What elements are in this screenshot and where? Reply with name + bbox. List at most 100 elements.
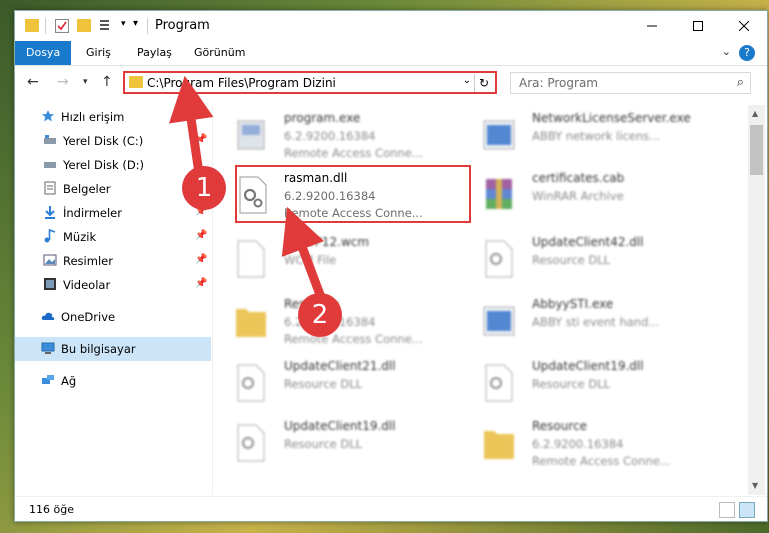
file-description: Remote Access Conne... (532, 454, 671, 468)
dll-gear-icon (239, 176, 267, 214)
sidebar-item-music[interactable]: Müzik 📌 (15, 225, 211, 249)
sidebar-item-label: Resimler (63, 254, 113, 268)
sidebar-item-disk-c[interactable]: Yerel Disk (C:) 📌 (15, 129, 211, 153)
sidebar-item-onedrive[interactable]: OneDrive (15, 305, 211, 329)
sidebar-item-label: Belgeler (63, 182, 111, 196)
app-window-icon (483, 306, 515, 336)
maximize-button[interactable] (675, 11, 721, 41)
minimize-button[interactable] (629, 11, 675, 41)
view-options-icon[interactable] (99, 18, 115, 34)
close-icon (739, 21, 749, 31)
tab-paylas[interactable]: Paylaş (126, 41, 183, 65)
address-bar[interactable]: C:\Program Files\Program Dizini ⌄ ↻ (123, 71, 497, 94)
file-name: ...oWP12.wcm (284, 235, 370, 249)
file-item[interactable]: UpdateClient42.dll Resource DLL (462, 233, 702, 291)
file-item[interactable]: UpdateClient19.dll Resource DLL (462, 357, 702, 415)
file-item[interactable]: UpdateClient21.dll Resource DLL (214, 357, 454, 415)
recent-locations-icon[interactable]: ▾ (83, 77, 88, 87)
close-button[interactable] (721, 11, 767, 41)
up-button[interactable]: ↑ (101, 74, 113, 90)
folder-icon (129, 76, 143, 88)
vertical-scrollbar[interactable]: ▲ ▼ (748, 105, 765, 495)
sidebar-item-this-pc[interactable]: Bu bilgisayar (15, 337, 211, 361)
folder-icon (25, 19, 39, 32)
file-type: WCM File (284, 253, 337, 267)
image-icon (43, 254, 57, 266)
details-view-button[interactable] (719, 502, 735, 518)
computer-icon (41, 342, 55, 354)
file-description: ABBY network licens... (532, 129, 661, 143)
file-item[interactable]: AbbyySTI.exe ABBY sti event hand... (462, 295, 702, 353)
step-badge-1: 1 (182, 166, 226, 210)
file-item[interactable]: Resource 6.2.9200.16384 Remote Access Co… (462, 417, 702, 475)
scroll-up-icon[interactable]: ▲ (752, 109, 758, 118)
chevron-down-icon[interactable]: ⌄ (463, 75, 471, 86)
search-icon: ⌕ (736, 75, 744, 90)
sidebar-item-label: Ağ (61, 374, 77, 388)
dll-gear-icon (237, 424, 265, 462)
file-name: UpdateClient19.dll (284, 419, 396, 433)
file-type: Resource DLL (532, 253, 611, 267)
sidebar-item-downloads[interactable]: İndirmeler 📌 (15, 201, 211, 225)
folder-icon (236, 309, 266, 337)
sidebar-item-videos[interactable]: Videolar 📌 (15, 273, 211, 297)
search-input[interactable]: Ara: Program ⌕ (510, 72, 751, 94)
divider (45, 18, 46, 34)
file-item[interactable]: UpdateClient19.dll Resource DLL (214, 417, 454, 475)
file-name: UpdateClient42.dll (532, 235, 644, 249)
dll-gear-icon (485, 364, 513, 402)
tab-dosya[interactable]: Dosya (15, 41, 72, 65)
file-name: UpdateClient21.dll (284, 359, 396, 373)
dll-gear-icon (237, 364, 265, 402)
file-item[interactable]: NetworkLicenseServer.exe ABBY network li… (462, 109, 702, 167)
sidebar-item-label: Yerel Disk (C:) (63, 134, 144, 148)
chevron-down-icon[interactable]: ▾ (121, 19, 126, 35)
properties-icon[interactable] (55, 19, 69, 33)
network-icon (42, 375, 54, 384)
tiles-view-button[interactable] (739, 502, 755, 518)
refresh-button[interactable]: ↻ (474, 74, 493, 92)
sidebar-item-label: OneDrive (61, 310, 116, 324)
sidebar-item-network[interactable]: Ağ (15, 369, 211, 393)
scroll-down-icon[interactable]: ▼ (752, 481, 758, 490)
back-button[interactable]: ← (27, 74, 39, 90)
file-name: UpdateClient19.dll (532, 359, 644, 373)
expand-ribbon-icon[interactable]: ⌄ (722, 45, 731, 58)
file-description: Remote Access Conne... (284, 206, 423, 220)
file-item[interactable]: ...oWP12.wcm WCM File (214, 233, 454, 291)
file-item-selected[interactable]: rasman.dll 6.2.9200.16384 Remote Access … (236, 169, 476, 227)
archive-icon (486, 179, 512, 209)
file-version: 6.2.9200.16384 (284, 129, 376, 143)
sidebar-item-disk-d[interactable]: Yerel Disk (D:) (15, 153, 211, 177)
file-name: NetworkLicenseServer.exe (532, 111, 691, 125)
file-item[interactable]: certificates.cab WinRAR Archive (462, 169, 702, 227)
file-name: rasman.dll (284, 171, 348, 185)
window-title: Program (155, 18, 210, 33)
file-description: Remote Access Conne... (284, 146, 423, 160)
app-window-icon (483, 120, 515, 150)
pane-divider[interactable] (212, 105, 213, 495)
file-version: 6.2.9200.16384 (532, 437, 624, 451)
scrollbar-thumb[interactable] (750, 125, 763, 175)
music-icon (44, 229, 56, 243)
tab-gorunum[interactable]: Görünüm (183, 41, 256, 65)
forward-button[interactable]: → (57, 74, 69, 90)
status-bar: 116 öğe (15, 496, 767, 522)
customize-toolbar-icon[interactable]: ▾ (133, 18, 138, 34)
video-icon (44, 278, 56, 290)
address-path: C:\Program Files\Program Dizini (147, 76, 336, 90)
sidebar-item-label: Hızlı erişim (61, 110, 125, 124)
new-folder-icon[interactable] (77, 19, 91, 32)
help-button[interactable]: ? (739, 45, 755, 61)
drive-icon (44, 135, 56, 144)
tab-giris[interactable]: Giriş (75, 41, 122, 65)
pin-icon: 📌 (195, 278, 208, 289)
file-name: program.exe (284, 111, 361, 125)
sidebar-item-pictures[interactable]: Resimler 📌 (15, 249, 211, 273)
sidebar-item-quick-access[interactable]: Hızlı erişim (15, 105, 211, 129)
blank-file-icon (237, 240, 265, 278)
star-icon (42, 110, 54, 122)
explorer-window: ▾ ▾ Program Dosya Giriş Paylaş Görünüm ⌄… (14, 10, 768, 522)
folder-icon (484, 431, 514, 459)
file-item[interactable]: program.exe 6.2.9200.16384 Remote Access… (214, 109, 454, 167)
